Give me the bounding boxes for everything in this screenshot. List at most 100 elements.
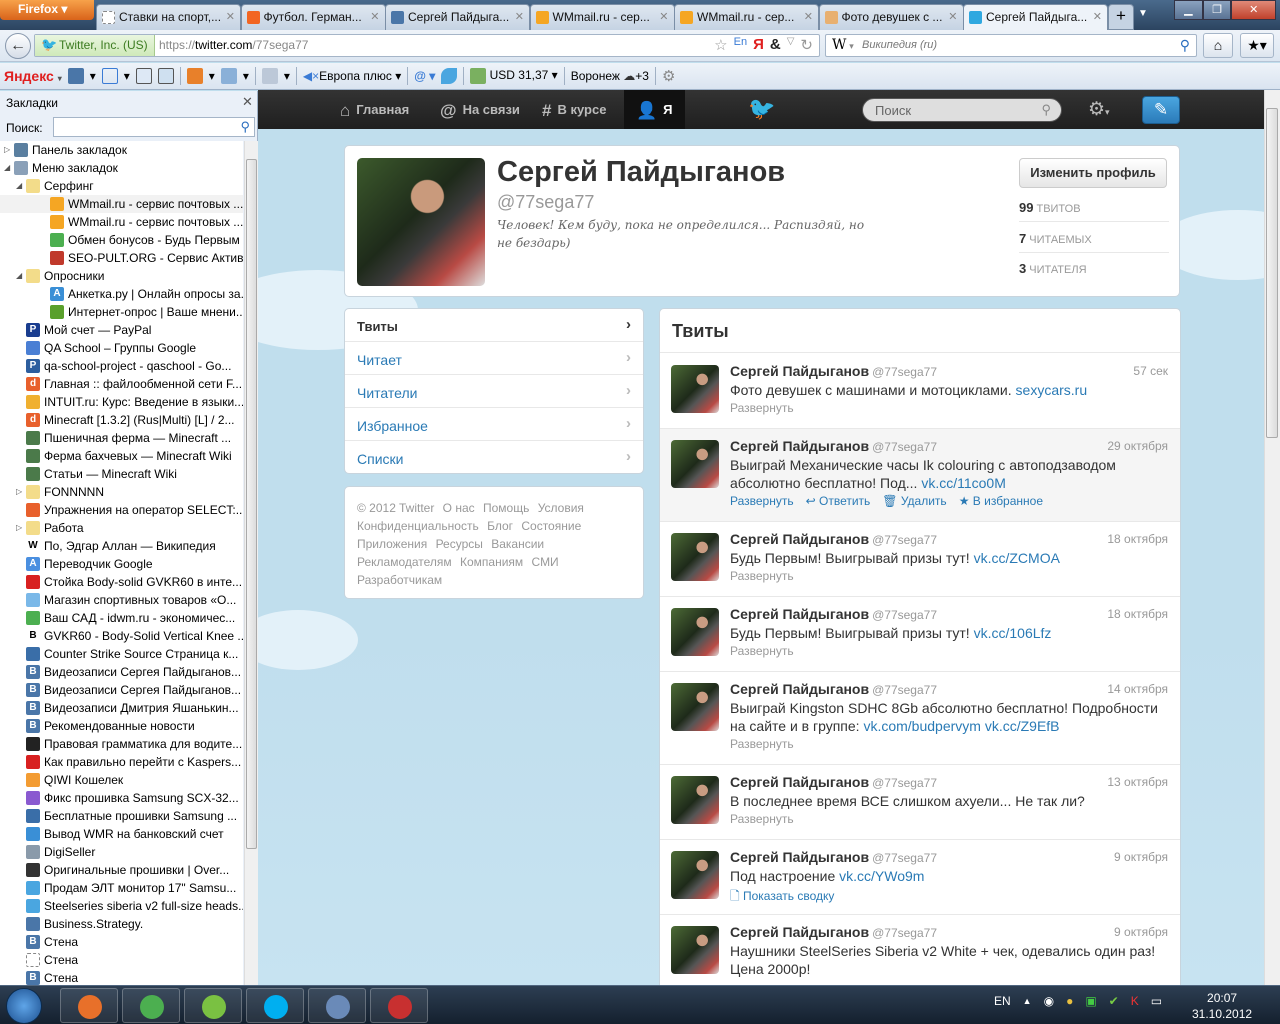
bookmark-item[interactable]: INTUIT.ru: Курс: Введение в языки...	[0, 393, 243, 411]
radio-button[interactable]: ◀×Европа плюс ▾	[303, 69, 401, 83]
footer-link[interactable]: Состояние	[521, 519, 581, 533]
browser-tab[interactable]: Сергей Пайдыга... ✕	[385, 4, 530, 30]
taskbar-app-skype[interactable]	[246, 988, 304, 1023]
tweet[interactable]: Сергей Пайдыганов @77sega77 14 октября Выиг…	[660, 672, 1180, 765]
show-hidden-icons[interactable]: ▲	[1023, 996, 1032, 1006]
collapse-arrow-icon[interactable]: ◢	[16, 267, 22, 285]
tweet-action-0[interactable]: Развернуть	[730, 737, 794, 751]
browser-tab[interactable]: WMmail.ru - сер... ✕	[674, 4, 819, 30]
bookmark-item[interactable]: Магазин спортивных товаров «О...	[0, 591, 243, 609]
taskbar-app-paint[interactable]	[370, 988, 428, 1023]
tweet-action-0[interactable]: Развернуть	[730, 401, 794, 415]
bookmark-item[interactable]: DigiSeller	[0, 843, 243, 861]
list-all-tabs-button[interactable]: ▼	[1138, 8, 1148, 19]
expand-arrow-icon[interactable]: ▷	[4, 141, 10, 159]
tweet-link[interactable]: vk.cc/ZCMOA	[974, 550, 1060, 566]
search-icon[interactable]: ⚲	[1180, 37, 1190, 54]
tweet[interactable]: Сергей Пайдыганов @77sega77 13 октября В по…	[660, 765, 1180, 840]
taskbar-app-network-meter[interactable]	[184, 988, 242, 1023]
reload-icon[interactable]: ↻	[800, 36, 813, 54]
bookmark-folder[interactable]: ◢ Опросники	[0, 267, 243, 285]
coins-icon[interactable]: ●	[1066, 994, 1073, 1008]
bookmark-item[interactable]: Пшеничная ферма — Minecraft ...	[0, 429, 243, 447]
clock[interactable]: 20:07 31.10.2012	[1192, 990, 1252, 1022]
nav-at[interactable]: @ На связи	[440, 90, 520, 129]
tweet-link[interactable]: vk.cc/11co0M	[921, 475, 1006, 491]
taskbar-app-firefox[interactable]	[60, 988, 118, 1023]
yandex-icon[interactable]: Я	[753, 36, 764, 54]
vk-icon[interactable]	[67, 68, 84, 84]
bookmark-folder[interactable]: ▷ FONNNNN	[0, 483, 243, 501]
weather-widget[interactable]: Воронеж ☁+3	[571, 69, 649, 83]
bookmark-item[interactable]: Упражнения на оператор SELECT:...	[0, 501, 243, 519]
bookmark-folder[interactable]: ▷ Панель закладок	[0, 141, 243, 159]
footer-link[interactable]: Помощь	[483, 501, 529, 515]
bookmark-folder[interactable]: ▷ Работа	[0, 519, 243, 537]
bookmark-item[interactable]: Бесплатные прошивки Samsung ...	[0, 807, 243, 825]
bookmark-item[interactable]: B Видеозаписи Дмитрия Яшанькин...	[0, 699, 243, 717]
close-tab-icon[interactable]: ✕	[515, 10, 524, 23]
bookmark-folder[interactable]: ◢ Серфинг	[0, 177, 243, 195]
profile-nav-item[interactable]: Списки ›	[345, 441, 643, 473]
url-bar[interactable]: 🐦 Twitter, Inc. (US) https://twitter.com/…	[34, 34, 820, 57]
bookmark-item[interactable]: d Minecraft [1.3.2] (Rus|Multi) [L] / 2..…	[0, 411, 243, 429]
firefox-menu-button[interactable]: Firefox ▾	[0, 0, 94, 20]
dropdown-icon[interactable]: ▽	[787, 36, 795, 54]
bookmarks-button[interactable]: ★▾	[1240, 33, 1274, 58]
tweet-author-handle[interactable]: @77sega77	[872, 365, 937, 379]
bookmark-item[interactable]: B Видеозаписи Сергея Пайдыганов...	[0, 663, 243, 681]
browser-tab[interactable]: Ставки на спорт,... ✕	[96, 4, 241, 30]
stat-followers[interactable]: 3 читателя	[1019, 253, 1169, 283]
collapse-arrow-icon[interactable]: ◢	[16, 177, 22, 195]
browser-tab[interactable]: Фото девушек с ... ✕	[818, 4, 964, 30]
bookmark-item[interactable]: Продам ЭЛТ монитор 17" Samsu...	[0, 879, 243, 897]
tweet[interactable]: Сергей Пайдыганов @77sega77 18 октября Будь…	[660, 522, 1180, 597]
bookmark-item[interactable]: Стена	[0, 951, 243, 969]
footer-link[interactable]: О нас	[443, 501, 475, 515]
yandex-logo[interactable]: Яндекс ▾	[4, 68, 62, 84]
bookmark-item[interactable]: B Видеозаписи Сергея Пайдыганов...	[0, 681, 243, 699]
footer-link[interactable]: Условия	[538, 501, 584, 515]
minimize-button[interactable]: ▁	[1174, 0, 1203, 20]
footer-link[interactable]: Блог	[487, 519, 513, 533]
browser-tab[interactable]: WMmail.ru - сер... ✕	[529, 4, 675, 30]
currency-widget[interactable]: USD 31,37 ▾	[470, 68, 558, 84]
wallet-icon[interactable]	[186, 68, 203, 84]
site-identity[interactable]: 🐦 Twitter, Inc. (US)	[35, 35, 155, 56]
home-button[interactable]: ⌂	[1203, 33, 1233, 58]
check-icon[interactable]: ✔	[1109, 994, 1119, 1008]
close-tab-icon[interactable]: ✕	[948, 10, 957, 23]
profile-avatar[interactable]	[357, 158, 485, 286]
bookmark-star-icon[interactable]: ☆	[714, 36, 727, 54]
tweet-author-name[interactable]: Сергей Пайдыганов	[730, 849, 869, 865]
tweet-action-3[interactable]: ★ В избранное	[959, 494, 1043, 508]
tweet-author-name[interactable]: Сергей Пайдыганов	[730, 774, 869, 790]
tweet-author-handle[interactable]: @77sega77	[872, 533, 937, 547]
footer-link[interactable]: Рекламодателям	[357, 555, 452, 569]
stat-tweets[interactable]: 99 твитов	[1019, 192, 1169, 222]
bookmark-item[interactable]: d Главная :: файлообменной сети F...	[0, 375, 243, 393]
tweet[interactable]: Сергей Пайдыганов @77sega77 18 октября Будь…	[660, 597, 1180, 672]
footer-link[interactable]: Компаниям	[460, 555, 523, 569]
bookmark-item[interactable]: B Стена	[0, 969, 243, 985]
tweet-action-0[interactable]: Развернуть	[730, 644, 794, 658]
close-tab-icon[interactable]: ✕	[226, 10, 235, 23]
tweet-author-handle[interactable]: @77sega77	[872, 683, 937, 697]
back-button[interactable]: ←	[5, 33, 31, 59]
sidebar-scrollbar-thumb[interactable]	[246, 159, 257, 849]
nav-hashtag[interactable]: # В курсе	[542, 90, 606, 129]
tweet-avatar[interactable]	[671, 608, 719, 656]
bookmark-item[interactable]: Counter Strike Source Страница к...	[0, 645, 243, 663]
browser-tab[interactable]: Футбол. Герман... ✕	[240, 4, 386, 30]
tweet-action-0[interactable]: Развернуть	[730, 494, 794, 508]
tweet-avatar[interactable]	[671, 683, 719, 731]
tweet[interactable]: Сергей Пайдыганов @77sega77 9 октября Под н…	[660, 840, 1180, 915]
bookmark-item[interactable]: QA School – Группы Google	[0, 339, 243, 357]
tweet-avatar[interactable]	[671, 365, 719, 413]
profile-nav-item[interactable]: Твиты ›	[345, 309, 643, 342]
tweet-avatar[interactable]	[671, 776, 719, 824]
tweet-avatar[interactable]	[671, 440, 719, 488]
tweet-avatar[interactable]	[671, 533, 719, 581]
close-window-button[interactable]: ✕	[1231, 0, 1277, 20]
tweet-link[interactable]: vk.com/budpervym vk.cc/Z9EfB	[863, 718, 1059, 734]
